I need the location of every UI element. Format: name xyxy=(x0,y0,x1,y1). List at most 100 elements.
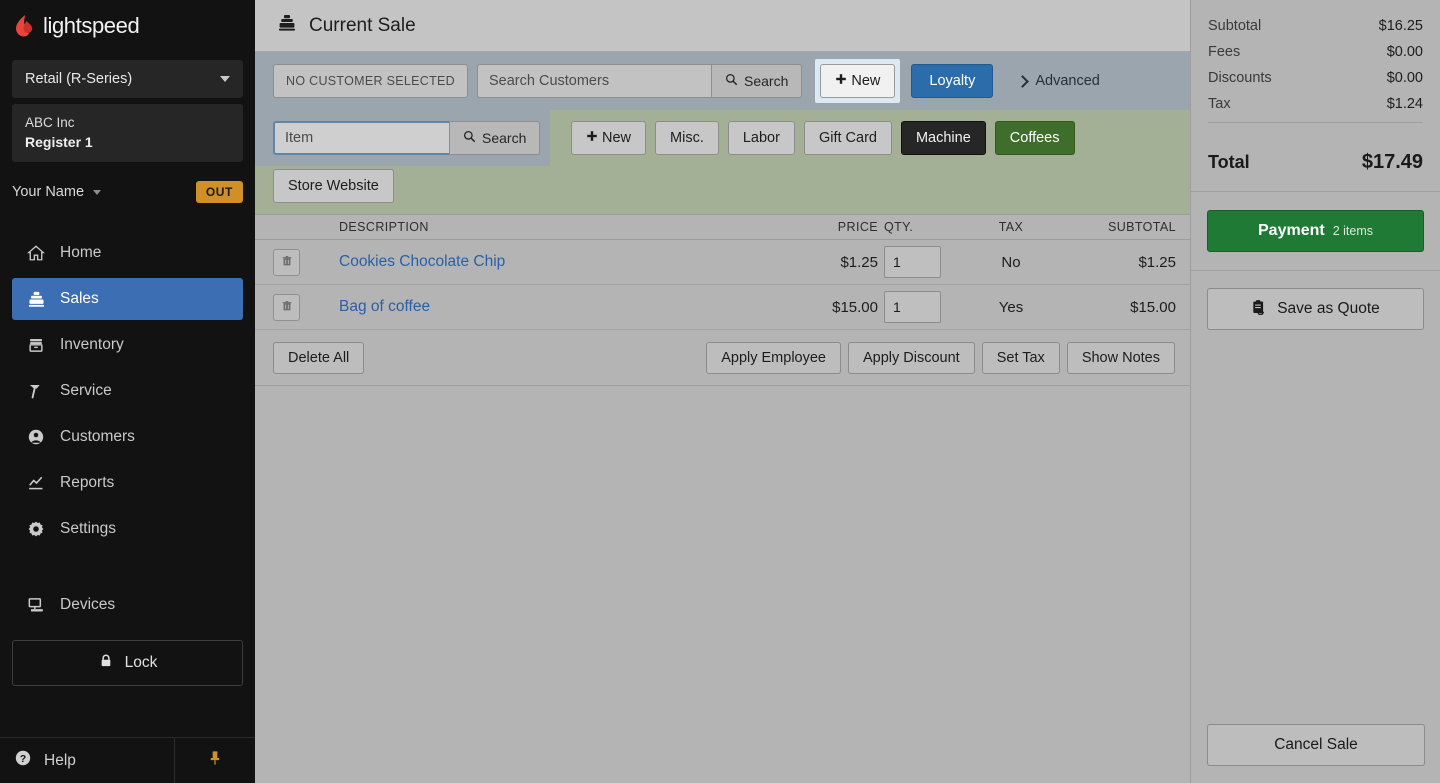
line-item-link[interactable]: Cookies Chocolate Chip xyxy=(339,253,505,270)
chart-line-icon xyxy=(26,473,46,493)
item-tab-gift-card[interactable]: Gift Card xyxy=(803,121,892,155)
sidebar-item-label: Service xyxy=(60,382,112,399)
help-button[interactable]: ? Help xyxy=(0,738,175,783)
sidebar-item-devices[interactable]: Devices xyxy=(12,584,243,626)
series-selector-value: Retail (R-Series) xyxy=(25,71,133,87)
row-tax: Yes xyxy=(998,298,1024,316)
quote-zone: Save as Quote xyxy=(1191,271,1440,330)
new-customer-focus-ring: New xyxy=(815,59,901,103)
delete-all-button[interactable]: Delete All xyxy=(273,341,365,374)
totals-divider xyxy=(1208,122,1423,123)
row-delete-cell xyxy=(255,293,339,321)
search-icon xyxy=(725,73,738,89)
sidebar-item-label: Customers xyxy=(60,428,135,445)
totals-label: Fees xyxy=(1208,44,1241,60)
help-label: Help xyxy=(44,751,76,769)
totals-label: Tax xyxy=(1208,96,1231,112)
cancel-zone: Cancel Sale xyxy=(1191,724,1440,766)
totals-value: $0.00 xyxy=(1386,70,1423,86)
sidebar-item-reports[interactable]: Reports xyxy=(12,462,243,504)
new-customer-button[interactable]: New xyxy=(820,64,896,98)
question-circle-icon: ? xyxy=(14,749,32,772)
sidebar-nav: Home Sales Inventory Service Customers R… xyxy=(0,228,255,630)
svg-text:?: ? xyxy=(20,754,26,765)
lightspeed-flame-icon xyxy=(14,14,36,38)
row-delete-cell xyxy=(255,248,339,276)
row-description-cell: Bag of coffee xyxy=(339,298,768,316)
item-search-button[interactable]: Search xyxy=(449,121,541,155)
no-customer-chip[interactable]: NO CUSTOMER SELECTED xyxy=(273,64,468,98)
sidebar-footer: ? Help xyxy=(0,737,255,783)
item-tab-machine[interactable]: Machine xyxy=(900,121,986,155)
totals-row-subtotal: Subtotal $16.25 xyxy=(1208,18,1423,34)
sidebar-item-settings[interactable]: Settings xyxy=(12,508,243,550)
cart-table-header: DESCRIPTION PRICE QTY. TAX SUBTOTAL xyxy=(255,214,1190,240)
customer-search-button[interactable]: Search xyxy=(711,64,803,98)
totals-row-tax: Tax $1.24 xyxy=(1208,96,1423,112)
pin-button[interactable] xyxy=(175,738,255,783)
item-tab-coffees[interactable]: Coffees xyxy=(994,121,1075,155)
brand-name: lightspeed xyxy=(43,13,140,38)
apply-discount-button[interactable]: Apply Discount xyxy=(847,341,975,374)
clock-out-button[interactable]: OUT xyxy=(195,181,243,203)
lock-button-label: Lock xyxy=(124,654,158,671)
item-search-group: Search xyxy=(273,121,541,155)
new-customer-button-label: New xyxy=(851,73,881,89)
page-header: Current Sale xyxy=(255,0,1190,52)
payment-button[interactable]: Payment 2 items xyxy=(1207,210,1424,252)
cart-actions: Delete All Apply Employee Apply Discount… xyxy=(255,330,1190,386)
store-register: Register 1 xyxy=(25,134,93,150)
series-selector[interactable]: Retail (R-Series) xyxy=(12,60,243,98)
row-subtotal: $1.25 xyxy=(1138,253,1176,271)
cart-actions-right: Apply Employee Apply Discount Set Tax Sh… xyxy=(706,341,1175,374)
line-item-link[interactable]: Bag of coffee xyxy=(339,298,430,315)
user-row: Your Name OUT xyxy=(12,174,243,210)
sidebar-item-inventory[interactable]: Inventory xyxy=(12,324,243,366)
pos-app: lightspeed Retail (R-Series) ABC Inc Reg… xyxy=(0,0,1440,783)
home-icon xyxy=(26,243,46,263)
customer-search-button-label: Search xyxy=(744,73,789,89)
item-tab-labor[interactable]: Labor xyxy=(727,121,795,155)
advanced-link[interactable]: Advanced xyxy=(1016,73,1100,89)
show-notes-button[interactable]: Show Notes xyxy=(1066,341,1175,374)
qty-input[interactable] xyxy=(884,246,941,278)
totals-value: $1.24 xyxy=(1386,96,1423,112)
qty-input[interactable] xyxy=(884,291,941,323)
grand-total-value: $17.49 xyxy=(1361,151,1423,173)
customer-search-input[interactable] xyxy=(477,64,711,98)
item-tab-new[interactable]: New xyxy=(571,121,647,155)
sidebar-item-customers[interactable]: Customers xyxy=(12,416,243,458)
item-tab-misc[interactable]: Misc. xyxy=(655,121,719,155)
user-menu[interactable]: Your Name xyxy=(12,184,102,200)
row-qty-cell xyxy=(878,246,956,278)
cancel-sale-button[interactable]: Cancel Sale xyxy=(1207,724,1425,766)
chevron-right-icon xyxy=(1016,74,1030,88)
table-row: Cookies Chocolate Chip $1.25 No $1.25 xyxy=(255,240,1190,285)
apply-employee-button[interactable]: Apply Employee xyxy=(706,341,841,374)
save-as-quote-button[interactable]: Save as Quote xyxy=(1207,288,1424,330)
sidebar-item-service[interactable]: Service xyxy=(12,370,243,412)
chevron-down-icon xyxy=(93,189,102,195)
delete-line-item-button[interactable] xyxy=(273,293,300,321)
column-tax: TAX xyxy=(998,220,1024,234)
loyalty-button[interactable]: Loyalty xyxy=(911,64,994,98)
cash-register-icon xyxy=(26,289,46,309)
grand-total-label: Total xyxy=(1208,152,1250,172)
main-area: Current Sale NO CUSTOMER SELECTED Search xyxy=(255,0,1190,783)
set-tax-button[interactable]: Set Tax xyxy=(981,341,1060,374)
chevron-down-icon xyxy=(220,76,230,82)
brand-logo[interactable]: lightspeed xyxy=(0,0,255,52)
item-tabs: New Misc. Labor Gift Card Machine Coffee… xyxy=(571,121,1075,155)
customer-toolbar: NO CUSTOMER SELECTED Search Customers Se… xyxy=(255,52,1190,110)
delete-line-item-button[interactable] xyxy=(273,248,300,276)
sidebar: lightspeed Retail (R-Series) ABC Inc Reg… xyxy=(0,0,255,783)
store-info[interactable]: ABC Inc Register 1 xyxy=(12,104,243,162)
sidebar-item-home[interactable]: Home xyxy=(12,232,243,274)
item-tab-store-website[interactable]: Store Website xyxy=(273,169,394,203)
grand-total-row: Total $17.49 xyxy=(1191,137,1440,192)
lock-button[interactable]: Lock xyxy=(12,640,243,686)
clipboard-icon xyxy=(1251,299,1267,320)
item-search-input[interactable] xyxy=(273,121,449,155)
sidebar-item-sales[interactable]: Sales xyxy=(12,278,243,320)
